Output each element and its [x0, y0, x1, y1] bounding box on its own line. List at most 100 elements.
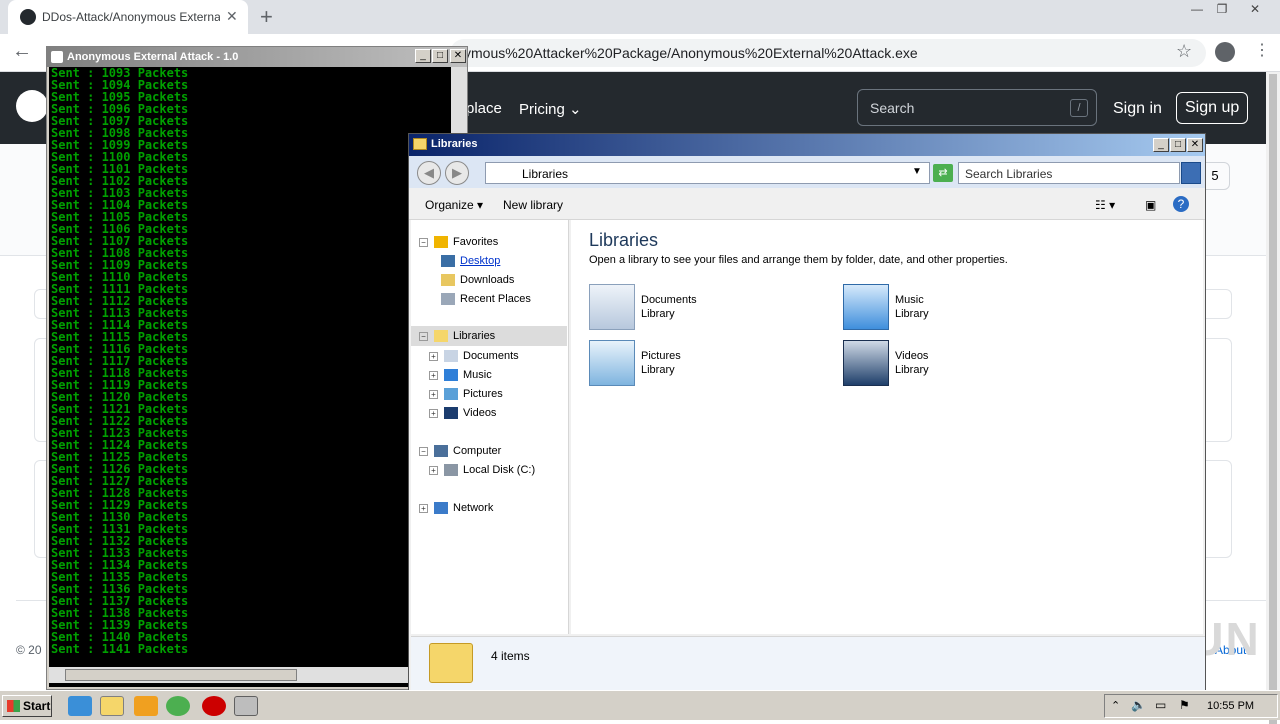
content-pane: Libraries Open a library to see your fil…	[571, 220, 1203, 634]
search-icon[interactable]	[1181, 162, 1201, 184]
clock[interactable]: 10:55 PM	[1207, 700, 1254, 712]
tree-pictures[interactable]: + Pictures	[429, 388, 503, 401]
new-tab-button[interactable]: +	[260, 4, 273, 30]
tree-music[interactable]: + Music	[429, 369, 492, 382]
chevron-down-icon: ⌄	[569, 101, 582, 118]
breadcrumb-libraries[interactable]: Libraries	[522, 167, 568, 181]
profile-avatar-icon[interactable]	[1215, 42, 1235, 62]
console-minimize-icon[interactable]: _	[415, 49, 431, 63]
console-titlebar[interactable]: Anonymous External Attack - 1.0 _ □ ✕	[47, 47, 467, 67]
view-options-icon[interactable]: ☷ ▾	[1095, 198, 1115, 212]
star-icon	[434, 236, 448, 249]
breadcrumb[interactable]: Libraries ▼	[485, 162, 930, 184]
tree-libraries[interactable]: − Libraries	[411, 326, 567, 346]
tab-close-icon[interactable]: ✕	[226, 8, 238, 25]
back-arrow-icon[interactable]: ←	[12, 40, 32, 63]
explorer-minimize-icon[interactable]: _	[1153, 138, 1169, 152]
sign-up-button[interactable]: Sign up	[1176, 92, 1249, 124]
organize-button[interactable]: Organize ▾	[425, 198, 483, 212]
explorer-search-input[interactable]: Search Libraries	[958, 162, 1180, 184]
internet-explorer-icon[interactable]	[68, 696, 92, 716]
documents-icon	[444, 350, 458, 363]
library-type: Library	[641, 308, 675, 320]
page-scrollbar-thumb[interactable]	[1269, 74, 1277, 724]
expand-icon[interactable]: +	[429, 370, 438, 380]
address-bar[interactable]: ymous%20Attacker%20Package/Anonymous%20E…	[450, 39, 1206, 67]
library-name: Music	[895, 294, 924, 306]
explorer-address-bar: ◀ ▶ Libraries ▼ ⇄ Search Libraries	[409, 156, 1205, 188]
collapse-icon[interactable]: −	[419, 446, 428, 456]
item-count: 4 items	[491, 649, 530, 663]
opera-taskbar-icon[interactable]	[202, 696, 226, 716]
tree-network[interactable]: + Network	[419, 502, 493, 515]
bookmark-star-icon[interactable]: ☆	[1176, 41, 1192, 62]
expand-icon[interactable]: +	[429, 389, 438, 399]
nav-marketplace-link[interactable]: place	[466, 100, 502, 117]
new-library-button[interactable]: New library	[503, 198, 563, 212]
sign-in-link[interactable]: Sign in	[1113, 100, 1162, 118]
pictures-library-icon	[589, 340, 635, 386]
network-icon	[434, 502, 448, 515]
expand-icon[interactable]: +	[429, 408, 438, 418]
expand-icon[interactable]: +	[429, 465, 438, 475]
tray-expand-icon[interactable]: ⌃	[1111, 699, 1120, 712]
tree-recent-places[interactable]: Recent Places	[441, 293, 531, 306]
console-taskbar-icon[interactable]	[234, 696, 258, 716]
start-button[interactable]: Start	[2, 695, 52, 717]
tree-downloads[interactable]: Downloads	[441, 274, 514, 287]
forward-icon[interactable]: ▶	[445, 161, 469, 185]
github-logo-icon[interactable]	[16, 90, 48, 122]
library-type: Library	[895, 364, 929, 376]
browser-menu-icon[interactable]: ⋮	[1254, 40, 1270, 60]
tree-computer[interactable]: − Computer	[419, 445, 501, 458]
desktop-icon	[441, 255, 455, 268]
libraries-titlebar[interactable]: Libraries _ □ ✕	[409, 134, 1205, 156]
expand-icon[interactable]: +	[429, 351, 438, 361]
collapse-icon[interactable]: −	[419, 237, 428, 247]
library-videos[interactable]: Videos Library	[843, 340, 1063, 390]
page-scrollbar[interactable]	[1266, 72, 1280, 724]
network-tray-icon[interactable]: ▭	[1155, 698, 1166, 712]
tree-videos[interactable]: + Videos	[429, 407, 496, 420]
tree-desktop[interactable]: Desktop	[441, 255, 500, 268]
address-dropdown-icon[interactable]: ▼	[912, 166, 922, 177]
library-pictures[interactable]: Pictures Library	[589, 340, 809, 390]
page-title: Libraries	[589, 230, 659, 250]
browser-restore-icon[interactable]: ❐	[1207, 0, 1237, 18]
taskbar: Start ⌃ 🔈 ▭ ⚑ 10:55 PM	[0, 690, 1280, 720]
tree-favorites[interactable]: − Favorites	[419, 236, 498, 249]
nav-pricing-link[interactable]: Pricing ⌄	[519, 100, 582, 118]
browser-tab[interactable]: DDos-Attack/Anonymous External A ✕	[8, 0, 248, 34]
preview-pane-icon[interactable]: ▣	[1145, 198, 1156, 212]
documents-library-icon	[589, 284, 635, 330]
console-maximize-icon[interactable]: □	[432, 49, 448, 63]
tree-local-disk[interactable]: + Local Disk (C:)	[429, 464, 535, 477]
downloads-icon	[441, 274, 455, 287]
browser-close-icon[interactable]: ✕	[1240, 0, 1270, 18]
library-documents[interactable]: Documents Library	[589, 284, 809, 334]
nav-pricing-label: Pricing	[519, 101, 565, 118]
media-player-icon[interactable]	[134, 696, 158, 716]
console-horizontal-scrollbar[interactable]	[49, 667, 451, 683]
chrome-taskbar-icon[interactable]	[166, 696, 190, 716]
explorer-close-icon[interactable]: ✕	[1187, 138, 1203, 152]
github-favicon-icon	[20, 9, 36, 25]
action-center-icon[interactable]: ⚑	[1179, 698, 1190, 712]
library-type: Library	[895, 308, 929, 320]
library-music[interactable]: Music Library	[843, 284, 1063, 334]
system-tray: ⌃ 🔈 ▭ ⚑ 10:55 PM	[1104, 694, 1278, 718]
console-close-icon[interactable]: ✕	[450, 49, 466, 63]
explorer-taskbar-icon[interactable]	[100, 696, 124, 716]
search-shortcut-badge: /	[1070, 99, 1088, 117]
help-icon[interactable]: ?	[1173, 196, 1189, 212]
expand-icon[interactable]: +	[419, 503, 428, 513]
tree-documents[interactable]: + Documents	[429, 350, 519, 363]
collapse-icon[interactable]: −	[419, 331, 428, 341]
console-hscroll-thumb[interactable]	[65, 669, 297, 681]
refresh-icon[interactable]: ⇄	[933, 164, 953, 182]
explorer-maximize-icon[interactable]: □	[1170, 138, 1186, 152]
music-library-icon	[843, 284, 889, 330]
back-icon[interactable]: ◀	[417, 161, 441, 185]
github-search-input[interactable]: Search /	[857, 89, 1097, 126]
volume-icon[interactable]: 🔈	[1131, 698, 1146, 712]
